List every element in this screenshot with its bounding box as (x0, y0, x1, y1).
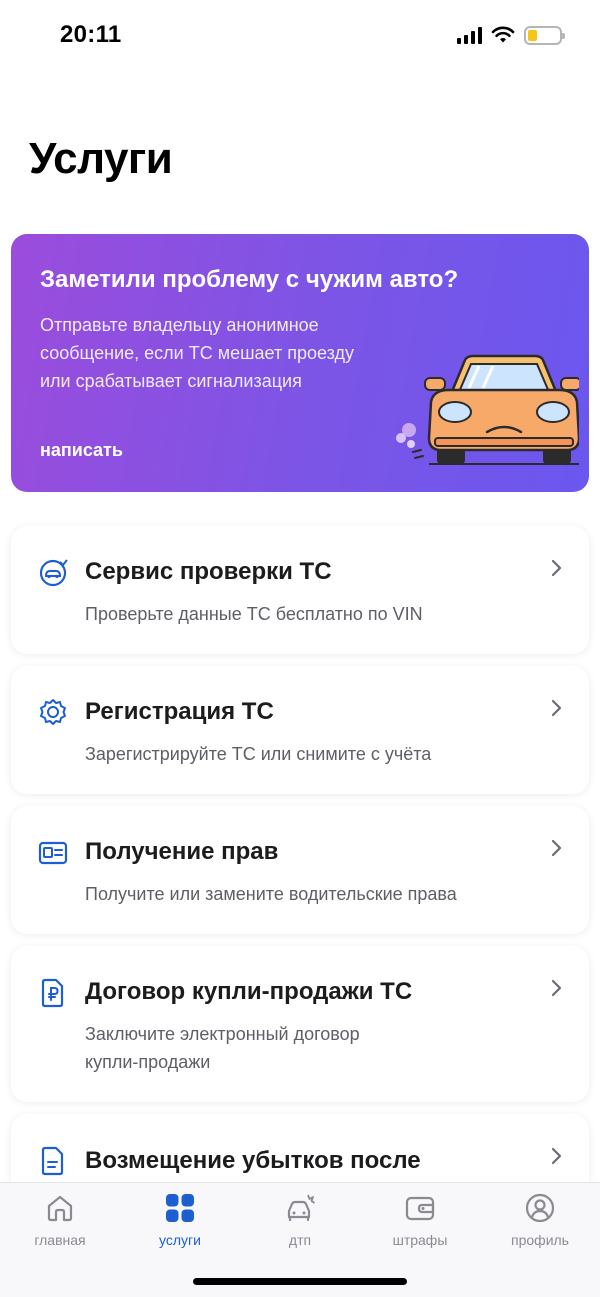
chevron-right-icon (551, 1147, 562, 1165)
promo-title: Заметили проблему с чужим авто? (40, 266, 459, 293)
badge-icon (40, 699, 66, 725)
chevron-right-icon (551, 979, 562, 997)
grid-icon (166, 1194, 194, 1222)
tab-label: штрафы (392, 1232, 448, 1248)
service-card-registration[interactable]: Регистрация ТС Зарегистрируйте ТС или сн… (11, 666, 589, 794)
service-title: Договор купли-продажи ТС (85, 978, 413, 1005)
home-indicator (193, 1278, 407, 1285)
tab-label: главная (34, 1232, 86, 1248)
service-title: Получение прав (85, 838, 279, 865)
tab-label: услуги (159, 1232, 201, 1248)
id-card-icon (38, 841, 68, 865)
status-bar: 20:11 (0, 0, 600, 70)
chevron-right-icon (551, 699, 562, 717)
home-icon (47, 1195, 73, 1222)
wallet-icon (405, 1196, 435, 1221)
chevron-right-icon (551, 559, 562, 577)
page-title: Услуги (29, 134, 173, 183)
document-icon (41, 1146, 64, 1176)
tab-accident[interactable]: дтп (240, 1193, 360, 1253)
promo-banner[interactable]: Заметили проблему с чужим авто? Отправьт… (11, 234, 589, 492)
service-subtitle: Зарегистрируйте ТС или снимите с учёта (85, 744, 432, 764)
service-subtitle: Получите или замените водительские права (85, 884, 457, 904)
car-crash-icon (287, 1194, 315, 1222)
tab-home[interactable]: главная (0, 1193, 120, 1253)
service-title: Регистрация ТС (85, 698, 274, 725)
tab-profile[interactable]: профиль (480, 1193, 600, 1253)
service-card-sale-contract[interactable]: Договор купли-продажи ТС Заключите элект… (11, 946, 589, 1102)
promo-text: Отправьте владельцу анонимное сообщение,… (40, 315, 354, 391)
status-time: 20:11 (60, 21, 122, 48)
chevron-right-icon (551, 839, 562, 857)
ruble-document-icon (41, 978, 64, 1008)
tab-label: профиль (511, 1232, 569, 1248)
battery-icon (524, 25, 565, 45)
tab-fines[interactable]: штрафы (360, 1193, 480, 1253)
service-title: Возмещение убытков после (85, 1147, 421, 1174)
service-card-vehicle-check[interactable]: Сервис проверки ТС Проверьте данные ТС б… (11, 526, 589, 654)
tab-label: дтп (288, 1232, 312, 1248)
service-subtitle: Проверьте данные ТС бесплатно по VIN (85, 604, 423, 624)
status-icons (457, 25, 565, 45)
service-title: Сервис проверки ТС (85, 558, 332, 585)
service-card-license[interactable]: Получение прав Получите или замените вод… (11, 806, 589, 934)
car-check-icon (39, 559, 68, 587)
service-subtitle: Заключите электронный договор купли-прод… (85, 1024, 360, 1072)
promo-write-link[interactable]: написать (40, 440, 123, 461)
cellular-signal-icon (457, 26, 482, 44)
user-icon (525, 1193, 555, 1223)
tab-services[interactable]: услуги (120, 1193, 240, 1253)
wifi-icon (491, 26, 515, 43)
car-illustration (396, 354, 579, 465)
